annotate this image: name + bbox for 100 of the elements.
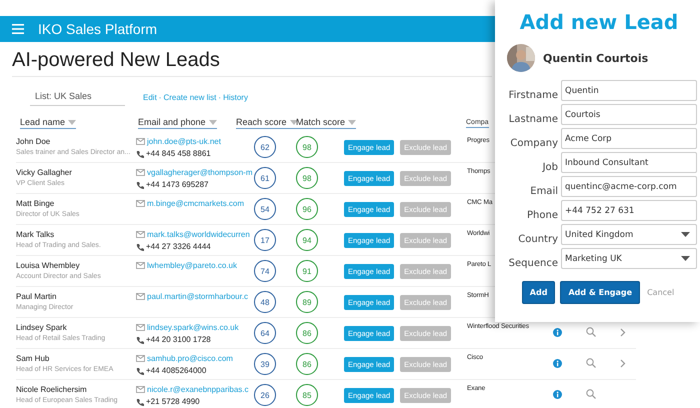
phone-icon <box>136 398 144 406</box>
match-score: 85 <box>296 384 318 406</box>
match-score: 98 <box>296 167 318 189</box>
info-icon[interactable] <box>553 328 562 336</box>
chevron-right-icon[interactable] <box>620 358 626 368</box>
reach-score: 48 <box>254 291 276 313</box>
field-label: Job <box>541 162 558 173</box>
email-link[interactable]: paul.martin@stormharbour.c <box>147 292 248 301</box>
mail-icon <box>136 386 145 393</box>
list-link[interactable]: Create new list <box>163 92 216 102</box>
lead-name: Paul Martin <box>16 292 56 301</box>
search-icon[interactable] <box>586 358 596 368</box>
phone-icon <box>136 180 144 188</box>
lead-name: Matt Binge <box>16 199 54 208</box>
phone-number: +21 5728 4990 <box>146 397 200 406</box>
dropdown-caret-icon <box>681 232 690 237</box>
field-label: Firstname <box>508 90 558 101</box>
field-label: Company <box>509 138 558 149</box>
page-title: AI-powered New Leads <box>12 49 492 77</box>
cancel-link[interactable]: Cancel <box>645 282 676 303</box>
field-label: Country <box>517 234 558 245</box>
menu-icon[interactable] <box>12 24 24 34</box>
search-icon[interactable] <box>586 327 596 337</box>
column-header[interactable]: Lead name <box>20 117 76 129</box>
match-score: 89 <box>296 291 318 313</box>
email-link[interactable]: lwhembley@pareto.co.uk <box>147 261 237 270</box>
list-link[interactable]: Edit <box>143 92 157 102</box>
select-field[interactable]: United Kingdom <box>561 224 697 245</box>
phone-number: +44 20 3100 1728 <box>146 335 211 344</box>
mail-icon <box>136 324 145 331</box>
mail-icon <box>136 262 145 269</box>
lead-name: Lindsey Spark <box>16 323 67 332</box>
dropdown-caret-icon <box>681 256 690 261</box>
lead-name: Nicole Roelichersim <box>16 385 87 394</box>
reach-score: 17 <box>254 229 276 251</box>
phone-number: +44 845 458 8861 <box>146 149 211 158</box>
email-link[interactable]: lindsey.spark@wins.co.uk <box>147 323 239 332</box>
match-score: 94 <box>296 229 318 251</box>
chevron-right-icon[interactable] <box>620 328 626 336</box>
phone-icon <box>136 366 144 374</box>
match-score: 96 <box>296 198 318 220</box>
input-field[interactable]: Inbound Consultant <box>561 152 697 173</box>
panel-title: Add new Lead <box>518 10 680 34</box>
mail-icon <box>136 231 145 238</box>
email-link[interactable]: samhub.pro@cisco.com <box>147 354 233 363</box>
input-field[interactable]: Courtois <box>561 104 697 125</box>
reach-score: 61 <box>254 167 276 189</box>
column-header[interactable]: Email and phone <box>138 117 217 129</box>
list-select-field[interactable]: List: UK Sales <box>30 88 125 106</box>
input-field[interactable]: +44 752 27 631 <box>561 200 697 221</box>
action-button[interactable]: Add <box>522 281 556 304</box>
phone-icon <box>136 242 144 250</box>
search-icon[interactable] <box>586 389 596 399</box>
select-field[interactable]: Marketing UK <box>561 248 697 269</box>
mail-icon <box>136 200 145 207</box>
info-icon[interactable] <box>553 390 562 398</box>
reach-score: 26 <box>254 384 276 406</box>
lead-name: Louisa Whembley <box>16 261 80 270</box>
contact-name: Quentin Courtois <box>543 52 648 64</box>
lead-name: Sam Hub <box>16 354 50 363</box>
field-label: Sequence <box>508 258 558 269</box>
reach-score: 39 <box>254 353 276 375</box>
field-label: Phone <box>526 210 558 221</box>
phone-number: +44 4085264000 <box>146 366 206 375</box>
list-link[interactable]: History <box>223 92 248 102</box>
field-label: Lastname <box>508 114 558 125</box>
email-link[interactable]: m.binge@cmcmarkets.com <box>147 199 244 208</box>
input-field[interactable]: Quentin <box>561 80 697 101</box>
phone-number: +44 27 3326 4444 <box>146 242 211 251</box>
field-label: Email <box>529 186 558 197</box>
link-separator: · <box>218 92 222 102</box>
info-icon[interactable] <box>553 358 562 368</box>
match-score: 91 <box>296 260 318 282</box>
input-field[interactable]: quentinc@acme-corp.com <box>561 176 697 197</box>
email-link[interactable]: nicole.r@exanebnpparibas.c <box>147 385 249 394</box>
column-header[interactable]: Reach score <box>236 117 298 129</box>
lead-name: Vicky Gallagher <box>16 168 72 177</box>
mail-icon <box>136 138 145 145</box>
mail-icon <box>136 355 145 362</box>
phone-icon <box>136 150 144 158</box>
lead-name: Mark Talks <box>16 230 54 239</box>
reach-score: 62 <box>254 136 276 158</box>
match-score: 86 <box>296 322 318 344</box>
email-link[interactable]: mark.talks@worldwidecurren <box>147 230 250 239</box>
reach-score: 64 <box>254 322 276 344</box>
reach-score: 54 <box>254 198 276 220</box>
phone-number: +44 1473 695287 <box>146 180 209 189</box>
mail-icon <box>136 169 145 176</box>
action-button[interactable]: Add & Engage <box>560 281 640 304</box>
sort-arrow-icon[interactable] <box>290 120 298 124</box>
match-score: 86 <box>296 353 318 375</box>
reach-score: 74 <box>254 260 276 282</box>
phone-icon <box>136 336 144 344</box>
email-link[interactable]: vgallagherager@thompson-m <box>147 168 253 177</box>
link-separator: · <box>158 92 162 102</box>
email-link[interactable]: john.doe@pts-uk.net <box>147 137 221 146</box>
lead-name: John Doe <box>16 137 50 146</box>
column-header[interactable]: Match score <box>296 117 356 129</box>
input-field[interactable]: Acme Corp <box>561 128 697 149</box>
app-title: IKO Sales Platform <box>38 21 158 37</box>
